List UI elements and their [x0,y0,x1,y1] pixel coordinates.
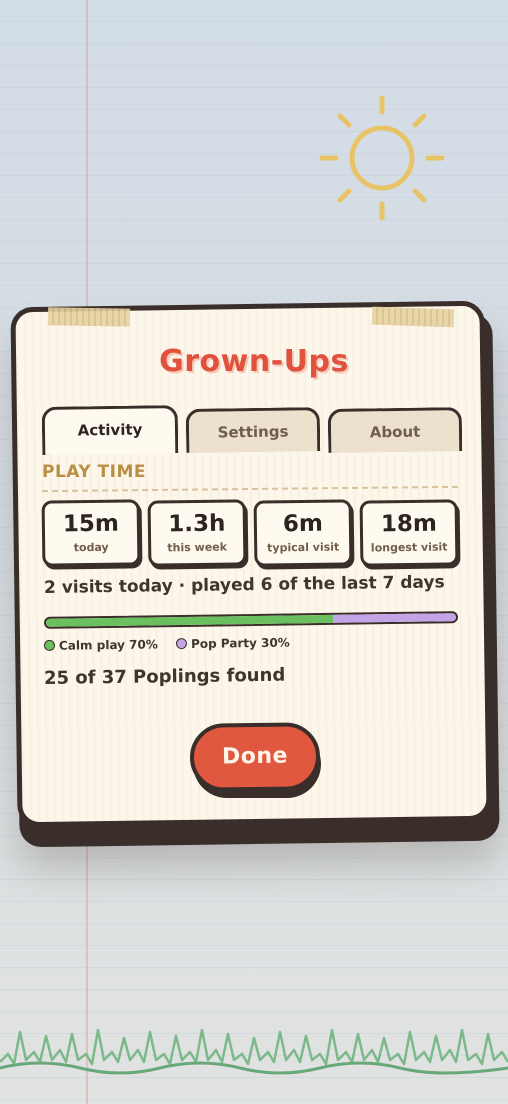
dialog-title: Grown-Ups [159,344,349,379]
stat-card-today: 15m today [41,499,141,567]
section-label-play-time: PLAY TIME [42,462,147,482]
play-split-party-segment [332,613,457,623]
legend-dot-icon [175,637,188,649]
stat-value: 1.3h [168,510,226,538]
done-button[interactable]: Done [189,722,321,792]
poplings-found-count: 25 of 37 Poplings found [43,664,286,689]
stat-value: 15m [62,510,120,538]
stats-row: 15m today 1.3h this week 6m typical visi… [41,499,462,568]
tab-settings[interactable]: Settings [185,407,321,453]
legend-label: Calm play 70% [58,636,158,653]
tape-decoration-left [47,307,131,327]
tab-bar: Activity Settings About [41,404,466,455]
sun-icon [319,95,445,221]
stat-card-typical-visit: 6m typical visit [253,499,353,567]
stat-label: today [73,540,109,555]
legend-label: Pop Party 30% [190,635,290,651]
grass-icon [0,1028,508,1075]
tab-about[interactable]: About [327,407,463,453]
stat-label: longest visit [370,540,448,555]
stat-label: this week [167,540,228,555]
legend-dot-icon [43,639,56,651]
stat-value: 18m [380,510,438,538]
stat-card-longest-visit: 18m longest visit [359,499,459,567]
legend-item-pop-party: Pop Party 30% [175,635,290,651]
stat-value: 6m [282,510,324,538]
stat-label: typical visit [267,540,340,555]
play-split-calm-segment [45,614,334,627]
tape-decoration-right [371,306,455,328]
stat-card-this-week: 1.3h this week [147,499,247,567]
tab-activity[interactable]: Activity [41,405,179,455]
legend-item-calm-play: Calm play 70% [43,636,158,653]
play-split-legend: Calm play 70% Pop Party 30% [43,634,304,656]
